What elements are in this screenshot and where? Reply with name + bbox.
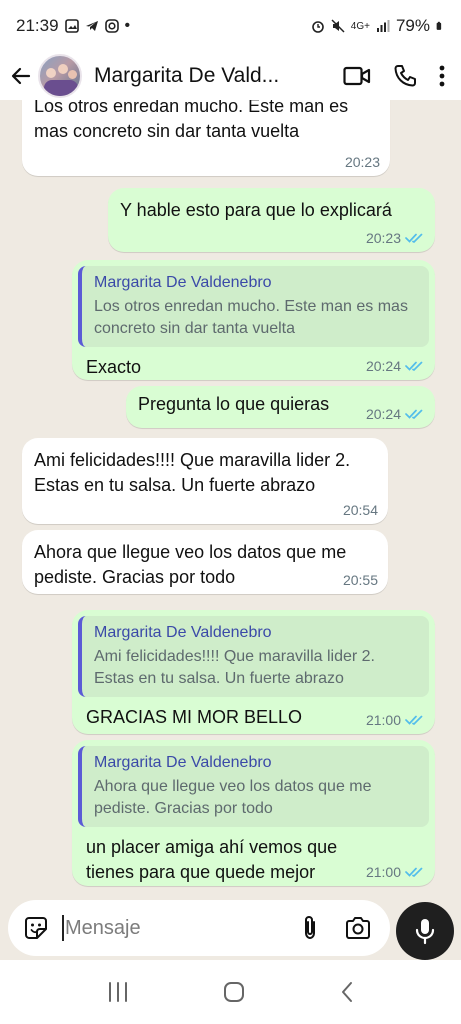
message-time: 20:54 (342, 502, 378, 518)
quoted-message[interactable]: Margarita De Valdenebro Los otros enreda… (78, 266, 429, 347)
gallery-icon (64, 19, 79, 33)
more-options-icon[interactable] (439, 65, 445, 87)
chat-header: Margarita De Vald... (0, 52, 461, 100)
sticker-icon (25, 917, 47, 939)
paperclip-icon (305, 915, 315, 940)
attach-button[interactable] (290, 908, 330, 948)
camera-icon (346, 917, 370, 939)
quoted-message[interactable]: Margarita De Valdenebro Ami felicidades!… (78, 616, 429, 697)
message-outgoing[interactable]: Y hable esto para que lo explicará 20:23 (108, 188, 435, 252)
alarm-icon (311, 21, 324, 33)
message-text: Y hable esto para que lo explicará (120, 200, 392, 220)
home-icon[interactable] (222, 980, 246, 1004)
phone-call-icon[interactable] (393, 64, 417, 88)
message-incoming[interactable]: Ami felicidades!!!! Que maravilla lider … (22, 438, 388, 524)
message-time: 20:24 (365, 358, 401, 374)
message-incoming[interactable]: Los otros enredan mucho. Este man es mas… (22, 100, 390, 176)
message-text: Ahora que llegue veo los datos que me pe… (34, 542, 347, 587)
status-time: 21:39 (16, 16, 59, 35)
video-call-icon[interactable] (343, 65, 371, 87)
read-receipt-icon (405, 361, 423, 372)
back-nav-icon[interactable] (339, 980, 355, 1004)
quoted-author: Margarita De Valdenebro (94, 624, 272, 641)
notification-dot-icon: • (124, 17, 131, 34)
message-time: 20:24 (365, 406, 401, 422)
read-receipt-icon (405, 715, 423, 726)
message-incoming[interactable]: Ahora que llegue veo los datos que me pe… (22, 530, 388, 594)
quoted-text: Ami felicidades!!!! Que maravilla lider … (94, 648, 375, 687)
mute-icon (331, 19, 345, 33)
quoted-author: Margarita De Valdenebro (94, 754, 272, 771)
text-cursor (62, 915, 64, 941)
sticker-button[interactable] (12, 904, 60, 952)
message-outgoing-reply[interactable]: Margarita De Valdenebro Ahora que llegue… (72, 740, 435, 886)
read-receipt-icon (405, 867, 423, 878)
quoted-message[interactable]: Margarita De Valdenebro Ahora que llegue… (78, 746, 429, 827)
instagram-icon (104, 19, 119, 33)
message-text: Ami felicidades!!!! Que maravilla lider … (34, 450, 351, 495)
camera-button[interactable] (338, 908, 378, 948)
battery-level: 79% (395, 16, 430, 35)
contact-name[interactable]: Margarita De Vald... (94, 64, 290, 88)
message-outgoing-reply[interactable]: Margarita De Valdenebro Los otros enreda… (72, 260, 435, 380)
recent-apps-icon[interactable] (106, 981, 130, 1003)
quoted-author: Margarita De Valdenebro (94, 274, 272, 291)
back-button[interactable] (4, 56, 38, 96)
quoted-text: Los otros enredan mucho. Este man es mas… (94, 298, 408, 337)
message-outgoing-reply[interactable]: Margarita De Valdenebro Ami felicidades!… (72, 610, 435, 734)
message-text: Los otros enredan mucho. Este man es mas… (34, 100, 349, 141)
composer-bar (0, 896, 461, 960)
signal-icon (376, 20, 390, 32)
message-time: 20:55 (342, 572, 378, 588)
status-bar: 21:39 • 4G+ 79% (0, 0, 461, 52)
read-receipt-icon (405, 233, 423, 244)
message-time: 20:23 (365, 230, 401, 246)
chat-area[interactable]: Los otros enredan mucho. Este man es mas… (0, 100, 461, 896)
battery-icon (436, 21, 442, 30)
quoted-text: Ahora que llegue veo los datos que me pe… (94, 778, 372, 817)
composer-pill (8, 900, 390, 956)
message-input[interactable] (65, 916, 265, 940)
contact-avatar[interactable] (38, 54, 82, 98)
message-text: un placer amiga ahí vemos que tienes par… (86, 837, 338, 882)
message-time: 21:00 (365, 712, 401, 728)
message-time: 20:23 (344, 154, 380, 170)
message-time: 21:00 (365, 864, 401, 880)
read-receipt-icon (405, 409, 423, 420)
voice-record-button[interactable] (396, 902, 454, 960)
arrow-left-icon (11, 67, 31, 85)
microphone-icon (415, 919, 435, 945)
telegram-icon (85, 21, 98, 31)
system-nav-bar (0, 960, 461, 1024)
message-outgoing[interactable]: Pregunta lo que quieras 20:24 (126, 386, 435, 428)
network-type: 4G+ (350, 20, 370, 32)
